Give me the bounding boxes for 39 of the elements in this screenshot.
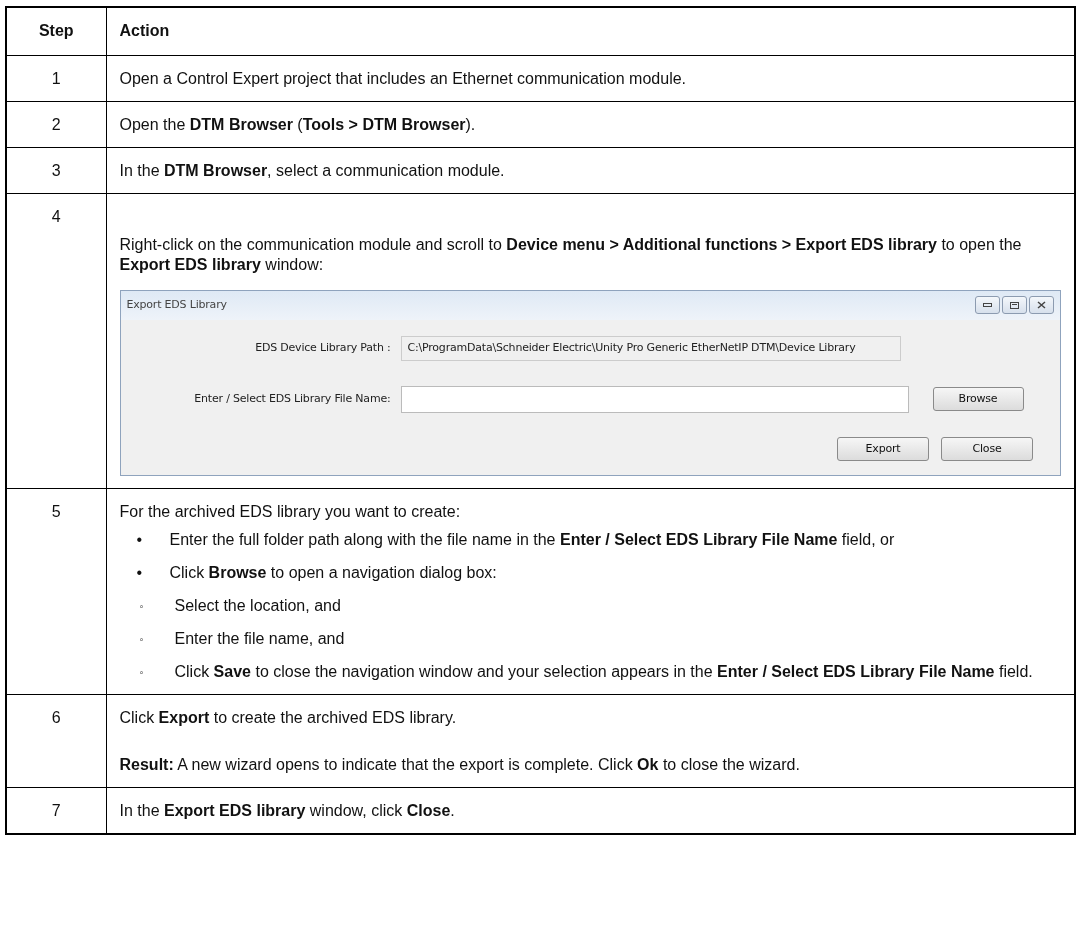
- step-text: In the Export EDS library window, click Close.: [119, 800, 456, 821]
- bullet-marker: ◦: [139, 598, 145, 614]
- list-item-text: Click Save to close the navigation window and your selection appears in the Enter / Select EDS Library File Name field.: [174, 661, 1033, 682]
- minimize-icon: [983, 303, 992, 307]
- step-number: 6: [6, 694, 106, 787]
- bullet-marker: ◦: [139, 631, 145, 647]
- list-item-text: Select the location, and: [174, 595, 341, 616]
- close-button[interactable]: [1029, 296, 1054, 314]
- step-number: 3: [6, 147, 106, 193]
- list-item-text: Enter the file name, and: [174, 628, 345, 649]
- browse-button[interactable]: Browse: [932, 387, 1024, 411]
- dialog-title: Export EDS Library: [126, 297, 227, 313]
- list-item-text: Click Browse to open a navigation dialog box:: [169, 562, 497, 583]
- export-button[interactable]: Export: [837, 436, 929, 461]
- step-text: Open the DTM Browser (Tools > DTM Browser).: [119, 114, 477, 135]
- file-name-label: Enter / Select EDS Library File Name:: [193, 391, 392, 407]
- maximize-icon: [1010, 301, 1019, 309]
- list-item-text: Enter the full folder path along with the file name in the Enter / Select EDS Library File Name field, or: [169, 529, 895, 550]
- step-number: 5: [6, 488, 106, 694]
- file-name-field[interactable]: [400, 385, 909, 413]
- close-icon: [1037, 301, 1046, 309]
- minimize-button[interactable]: [975, 296, 1000, 314]
- bullet-marker: ◦: [139, 664, 145, 680]
- bullet-marker: •: [136, 529, 144, 550]
- column-header: Step: [6, 7, 106, 55]
- step-text: In the DTM Browser, select a communication module.: [119, 160, 506, 181]
- step-text: For the archived EDS library you want to create:: [119, 501, 462, 522]
- step-number: 4: [6, 193, 106, 488]
- maximize-button[interactable]: [1002, 296, 1027, 314]
- step-text: Right-click on the communication module and scroll to Device menu > Additional functions > Export EDS library to open the Export EDS library window:: [119, 234, 1023, 275]
- step-number: 2: [6, 101, 106, 147]
- step-text: Result: A new wizard opens to indicate that the export is complete. Click Ok to close the wizard.: [119, 754, 801, 775]
- step-number: 1: [6, 55, 106, 101]
- path-field: C:\ProgramData\Schneider Electric\Unity Pro Generic EtherNetIP DTM\Device Library: [400, 335, 901, 361]
- step-text: Click Export to create the archived EDS library.: [119, 707, 458, 728]
- close-button[interactable]: Close: [941, 436, 1033, 461]
- path-label: EDS Device Library Path :: [254, 340, 392, 356]
- step-text: Open a Control Expert project that includes an Ethernet communication module.: [119, 68, 688, 89]
- bullet-marker: •: [136, 562, 144, 583]
